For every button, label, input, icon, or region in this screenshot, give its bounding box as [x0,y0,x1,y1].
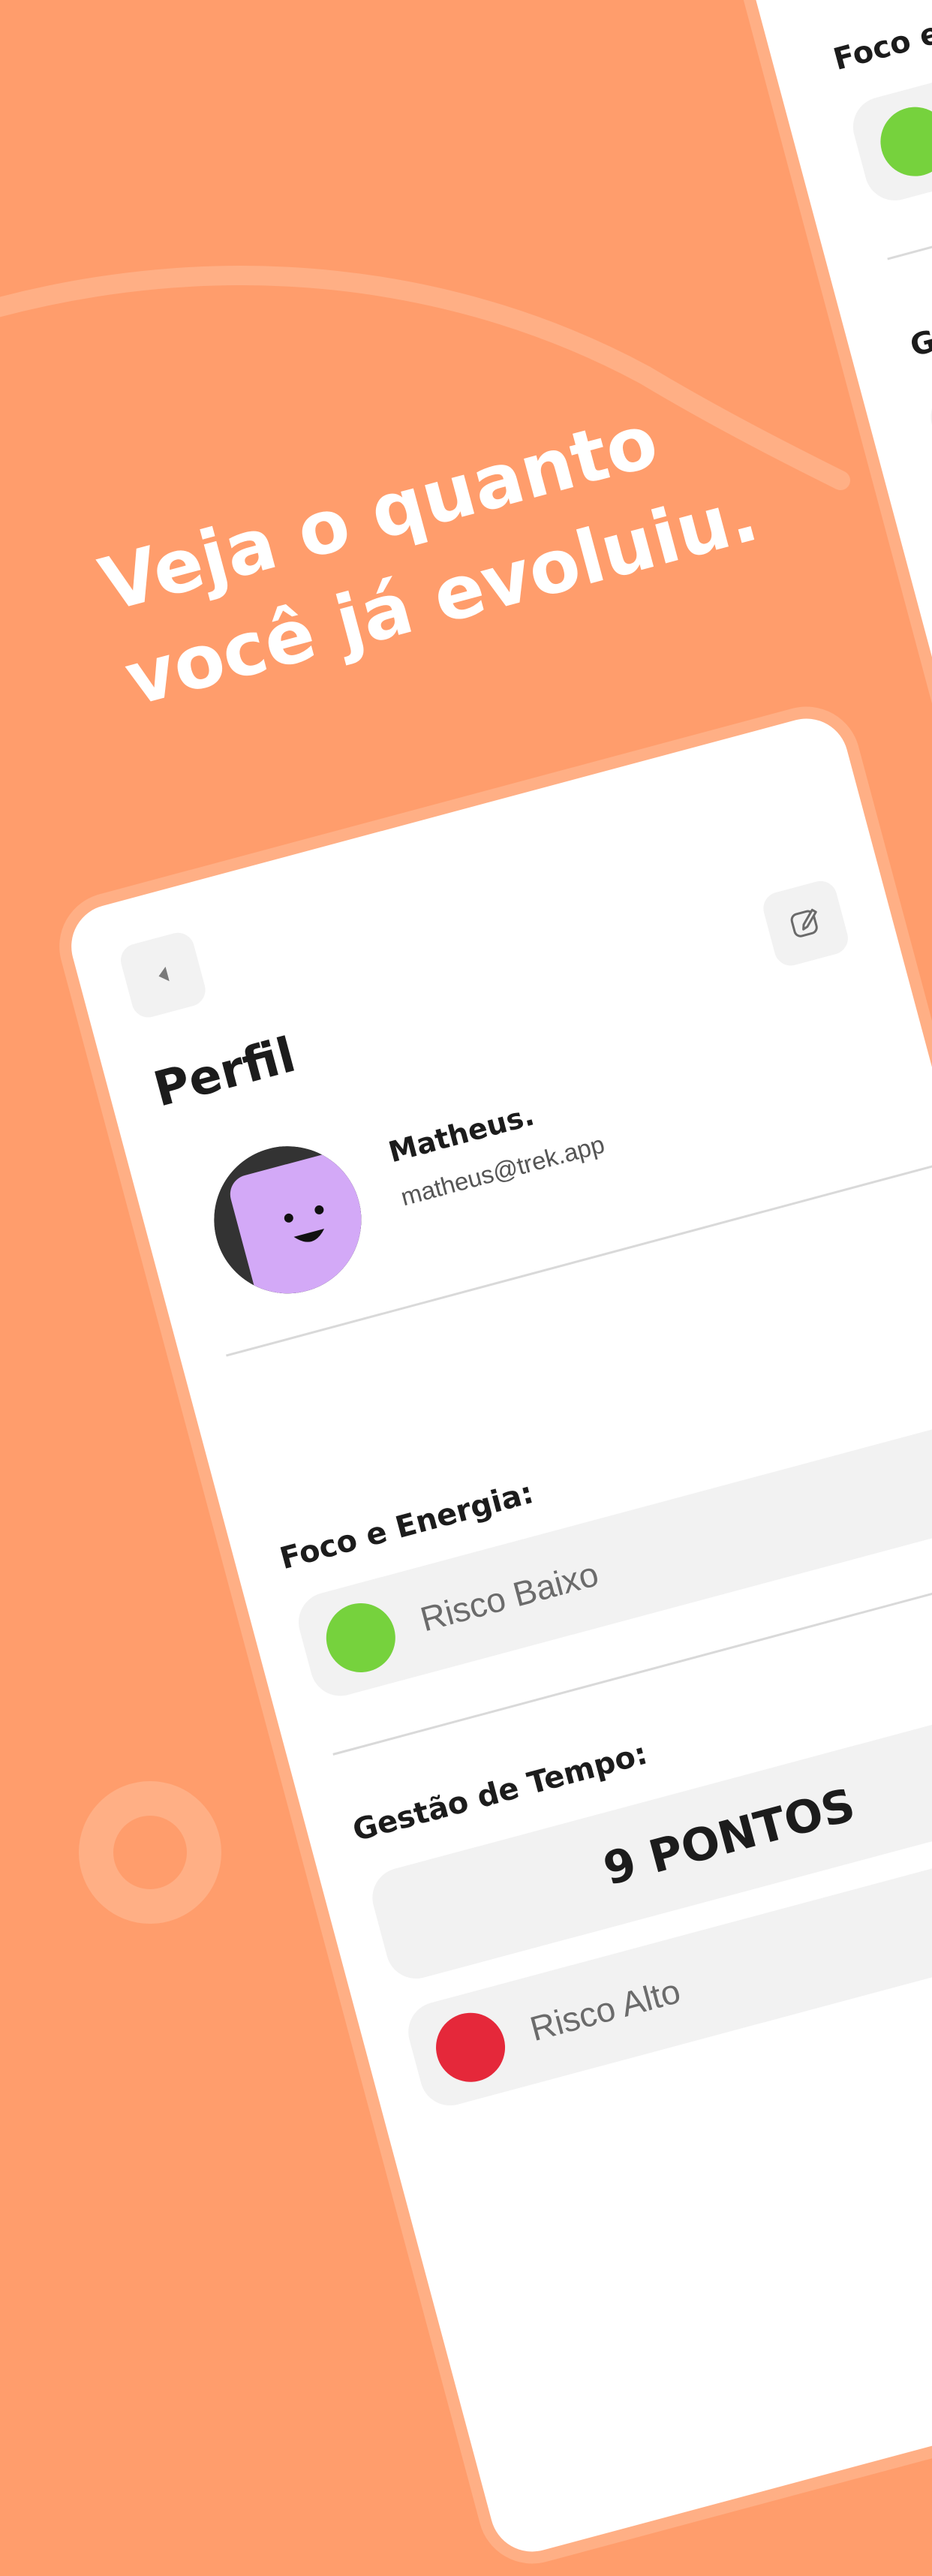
back-time-label: Gestão de Tempo: [906,252,932,364]
status-dot-green [318,1595,404,1681]
decorative-ring-icon [79,1781,221,1924]
edit-pencil-icon [790,908,818,937]
caret-left-icon [158,966,170,982]
focus-risk-text: Risco Baixo [416,1554,603,1639]
back-button[interactable] [117,928,209,1022]
back-status-dot [873,99,932,185]
status-dot-red [428,2005,513,2090]
focus-risk-card[interactable]: Risco Baixo [292,1407,932,1703]
back-focus-label: Foco e Energia: [829,0,932,78]
avatar [197,1130,378,1311]
time-risk-text: Risco Alto [525,1971,684,2049]
page-title: Perfil [148,1027,302,1118]
edit-profile-button[interactable] [759,877,852,970]
smiley-avatar-icon [197,1130,378,1311]
points-value: 9 PONTOS [598,1778,861,1897]
back-time-pill [924,259,932,504]
